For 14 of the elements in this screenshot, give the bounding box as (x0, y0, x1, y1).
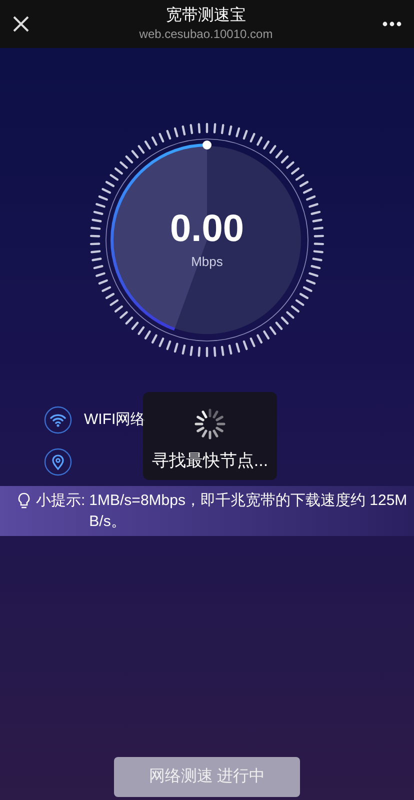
tip-label: 小提示: (36, 491, 86, 511)
page-title: 宽带测速宝 (166, 6, 246, 26)
spinner-icon (194, 408, 226, 440)
more-icon[interactable] (382, 21, 402, 27)
page-url: web.cesubao.10010.com (139, 26, 273, 42)
speed-value: 0.00 (170, 210, 244, 248)
lightbulb-icon (16, 492, 32, 510)
toast-text: 寻找最快节点... (152, 450, 268, 472)
close-icon[interactable] (12, 15, 30, 33)
wifi-icon (44, 406, 72, 434)
network-label: WIFI网络 (84, 410, 146, 430)
speed-unit: Mbps (191, 253, 223, 272)
tip-text: 1MB/s=8Mbps，即千兆宽带的下载速度约 125MB/s。 (89, 491, 408, 532)
location-icon (44, 448, 72, 476)
